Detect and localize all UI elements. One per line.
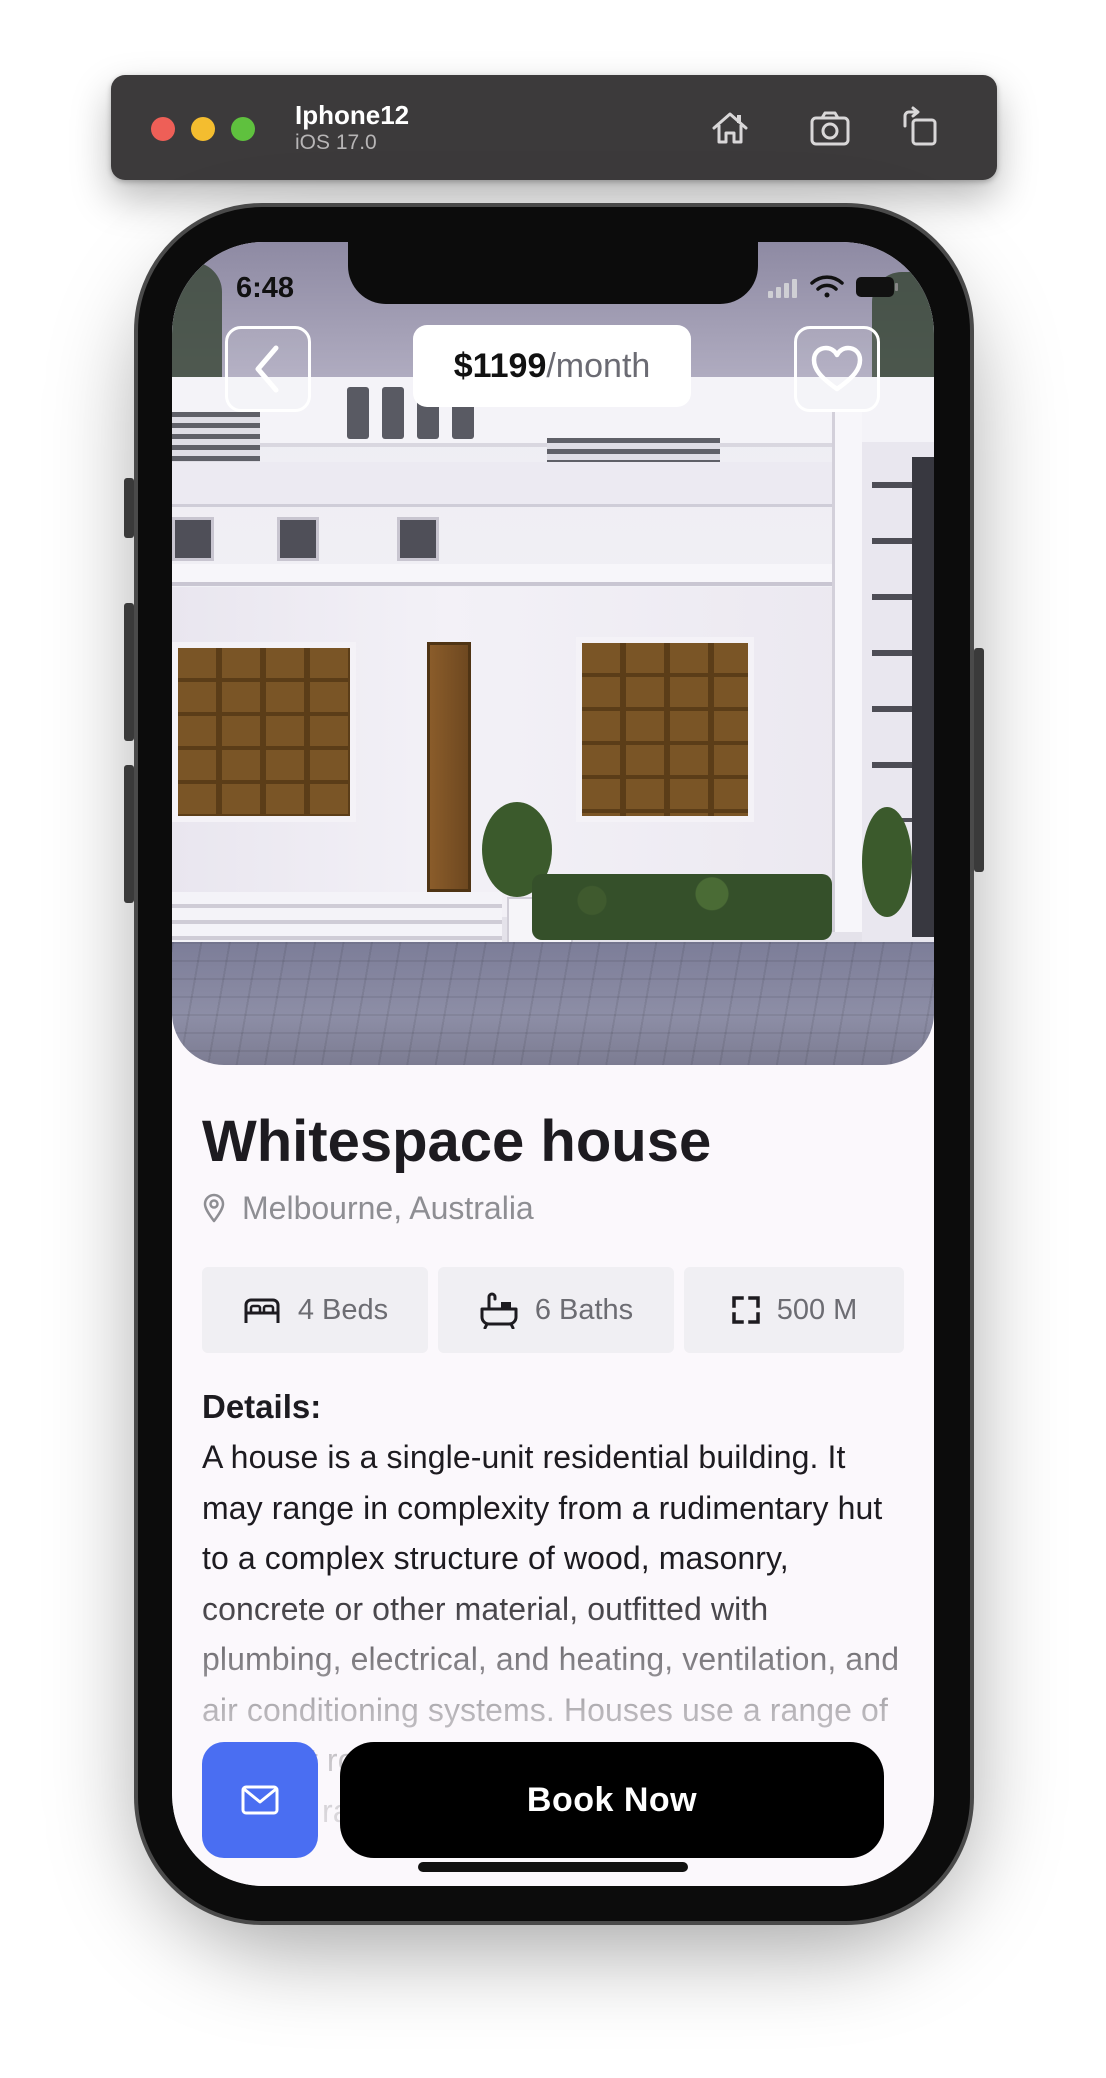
feature-baths: 6 Baths	[438, 1267, 674, 1353]
home-indicator[interactable]	[418, 1862, 688, 1872]
favorite-button[interactable]	[794, 326, 880, 412]
home-icon	[712, 112, 748, 144]
feature-beds-label: 4 Beds	[297, 1293, 389, 1326]
volume-up-button	[124, 603, 134, 741]
home-button[interactable]	[706, 104, 754, 152]
feature-area-label: 500 M	[776, 1293, 858, 1326]
book-now-button[interactable]: Book Now	[340, 1742, 884, 1858]
heart-icon	[811, 345, 863, 392]
signal-icon	[768, 279, 797, 298]
bath-icon	[480, 1292, 518, 1329]
bed-icon	[244, 1298, 280, 1323]
back-button[interactable]	[225, 326, 311, 412]
contact-button[interactable]	[202, 1742, 318, 1858]
price-amount: $1199	[453, 346, 547, 385]
os-version: iOS 17.0	[295, 131, 377, 154]
feature-beds: 4 Beds	[202, 1267, 428, 1353]
mail-icon	[241, 1785, 279, 1815]
battery-icon	[856, 277, 898, 297]
feature-area: 500 M	[684, 1267, 904, 1353]
price-badge: $1199/month	[413, 325, 691, 407]
rotate-icon	[903, 106, 937, 146]
area-icon	[731, 1296, 760, 1324]
details-heading: Details:	[202, 1388, 322, 1425]
property-title: Whitespace house	[202, 1109, 712, 1174]
chevron-left-icon	[255, 345, 279, 393]
price-period: /month	[546, 346, 651, 385]
status-icons	[768, 275, 898, 298]
close-window-button[interactable]	[151, 117, 175, 141]
location-text: Melbourne, Australia	[242, 1189, 534, 1226]
app-screen: 6:48 $1199/month Whitespace house Melbou…	[172, 242, 934, 1886]
status-time: 6:48	[236, 272, 295, 304]
volume-down-button	[124, 765, 134, 903]
screenshot-icon	[810, 111, 850, 146]
feature-baths-label: 6 Baths	[534, 1293, 634, 1326]
rotate-button[interactable]	[897, 104, 945, 152]
location-pin-icon	[203, 1193, 225, 1223]
minimize-window-button[interactable]	[191, 117, 215, 141]
property-location: Melbourne, Australia	[202, 1188, 534, 1228]
wifi-icon	[810, 275, 844, 298]
mute-switch	[124, 478, 134, 538]
device-name: Iphone12	[295, 100, 410, 130]
screenshot-button[interactable]	[806, 104, 854, 152]
zoom-window-button[interactable]	[231, 117, 255, 141]
power-button	[974, 648, 984, 872]
device-notch	[348, 242, 758, 304]
